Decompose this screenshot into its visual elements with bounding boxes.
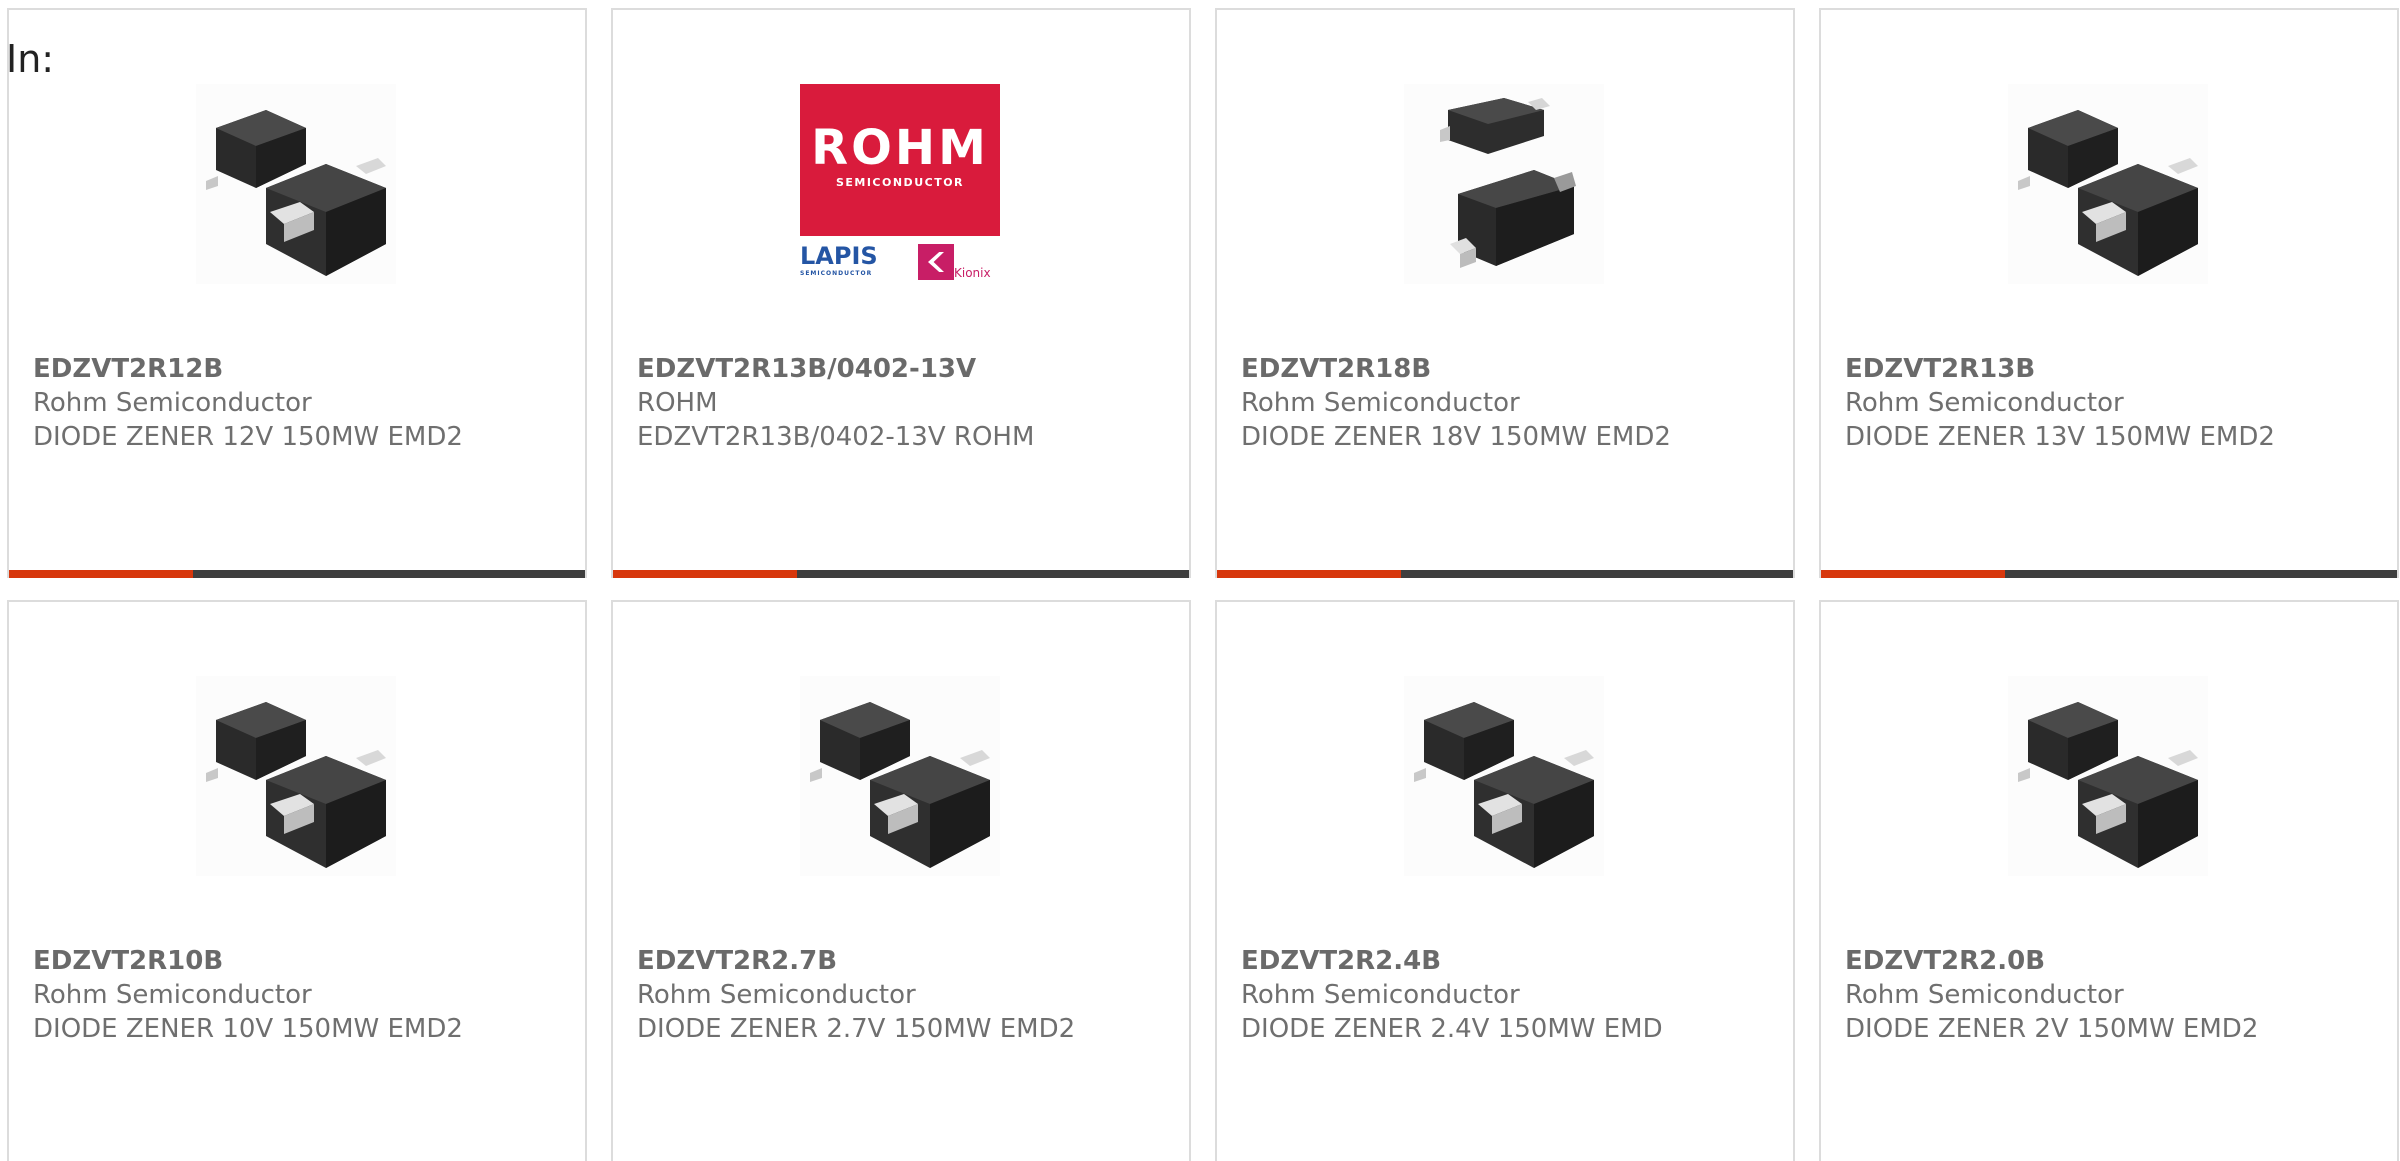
product-card[interactable]: EDZVT2R2.7B Rohm Semiconductor DIODE ZENER… [611, 600, 1191, 1161]
card-accent-bar [9, 570, 585, 578]
product-meta: EDZVT2R13B/0402-13V ROHM EDZVT2R13B/0402-1… [637, 352, 1179, 454]
product-part-number[interactable]: EDZVT2R12B [33, 352, 575, 386]
diode-pair-icon [2008, 84, 2208, 284]
product-manufacturer: ROHM [637, 388, 718, 418]
rohm-logo: ROHM SEMICONDUCTOR LAPIS SEMICONDUCTOR K… [800, 84, 1000, 284]
product-meta: EDZVT2R12B Rohm Semiconductor DIODE ZENER … [33, 352, 575, 454]
rohm-logo-subtext: SEMICONDUCTOR [835, 176, 965, 189]
diode-pair-icon [2008, 676, 2208, 876]
product-meta: EDZVT2R2.7B Rohm Semiconductor DIODE ZENER… [637, 944, 1179, 1046]
lapis-logo-subtext: SEMICONDUCTOR [800, 270, 873, 277]
product-card[interactable]: EDZVT2R10B Rohm Semiconductor DIODE ZENER … [7, 600, 587, 1161]
product-image[interactable] [1404, 676, 1604, 876]
product-card[interactable]: EDZVT2R12B Rohm Semiconductor DIODE ZENER … [7, 8, 587, 578]
card-accent-bar [613, 570, 1189, 578]
product-part-number[interactable]: EDZVT2R2.0B [1845, 944, 2387, 978]
product-card[interactable]: EDZVT2R18B Rohm Semiconductor DIODE ZENER … [1215, 8, 1795, 578]
product-grid-page: In: EDZVT2R12B Rohm Semiconductor DIODE ZE… [0, 0, 2400, 1161]
product-image[interactable] [196, 676, 396, 876]
lapis-logo: LAPIS SEMICONDUCTOR [800, 244, 878, 277]
product-manufacturer: Rohm Semiconductor [33, 388, 312, 418]
product-description: DIODE ZENER 2.7V 150MW EMD2 [637, 1014, 1076, 1044]
product-meta: EDZVT2R18B Rohm Semiconductor DIODE ZENER … [1241, 352, 1783, 454]
product-image[interactable]: ROHM SEMICONDUCTOR LAPIS SEMICONDUCTOR K… [800, 84, 1000, 284]
kionix-mark-icon [918, 244, 954, 280]
product-image[interactable] [2008, 676, 2208, 876]
product-image[interactable] [800, 676, 1000, 876]
card-accent-highlight [613, 570, 797, 578]
product-image[interactable] [196, 84, 396, 284]
product-manufacturer: Rohm Semiconductor [637, 980, 916, 1010]
product-part-number[interactable]: EDZVT2R2.4B [1241, 944, 1783, 978]
card-accent-bar [1217, 570, 1793, 578]
product-manufacturer: Rohm Semiconductor [1241, 388, 1520, 418]
product-meta: EDZVT2R10B Rohm Semiconductor DIODE ZENER … [33, 944, 575, 1046]
product-card[interactable]: EDZVT2R2.0B Rohm Semiconductor DIODE ZENER… [1819, 600, 2399, 1161]
product-manufacturer: Rohm Semiconductor [33, 980, 312, 1010]
product-grid: EDZVT2R12B Rohm Semiconductor DIODE ZENER … [7, 8, 2400, 1161]
diode-pair-icon [1404, 676, 1604, 876]
product-description: DIODE ZENER 10V 150MW EMD2 [33, 1014, 463, 1044]
kionix-logo-text: Kionix [954, 266, 991, 280]
diode-pair-icon [196, 676, 396, 876]
product-card[interactable]: EDZVT2R13B Rohm Semiconductor DIODE ZENER … [1819, 8, 2399, 578]
card-accent-bar [1821, 570, 2397, 578]
diode-stacked-icon [1404, 84, 1604, 284]
product-description: EDZVT2R13B/0402-13V ROHM [637, 422, 1035, 452]
rohm-logo-block: ROHM SEMICONDUCTOR [800, 84, 1000, 236]
product-description: DIODE ZENER 13V 150MW EMD2 [1845, 422, 2275, 452]
product-manufacturer: Rohm Semiconductor [1845, 980, 2124, 1010]
product-manufacturer: Rohm Semiconductor [1241, 980, 1520, 1010]
card-accent-highlight [9, 570, 193, 578]
kionix-logo: Kionix [918, 244, 1000, 284]
product-part-number[interactable]: EDZVT2R18B [1241, 352, 1783, 386]
product-description: DIODE ZENER 2.4V 150MW EMD [1241, 1014, 1663, 1044]
product-image[interactable] [2008, 84, 2208, 284]
product-part-number[interactable]: EDZVT2R13B/0402-13V [637, 352, 1179, 386]
product-meta: EDZVT2R2.0B Rohm Semiconductor DIODE ZENER… [1845, 944, 2387, 1046]
product-image[interactable] [1404, 84, 1604, 284]
product-part-number[interactable]: EDZVT2R2.7B [637, 944, 1179, 978]
product-card[interactable]: EDZVT2R2.4B Rohm Semiconductor DIODE ZENER… [1215, 600, 1795, 1161]
product-description: DIODE ZENER 2V 150MW EMD2 [1845, 1014, 2259, 1044]
card-accent-highlight [1821, 570, 2005, 578]
product-meta: EDZVT2R2.4B Rohm Semiconductor DIODE ZENER… [1241, 944, 1783, 1046]
diode-pair-icon [800, 676, 1000, 876]
product-card[interactable]: ROHM SEMICONDUCTOR LAPIS SEMICONDUCTOR K… [611, 8, 1191, 578]
product-manufacturer: Rohm Semiconductor [1845, 388, 2124, 418]
diode-pair-icon [196, 84, 396, 284]
product-part-number[interactable]: EDZVT2R13B [1845, 352, 2387, 386]
product-description: DIODE ZENER 12V 150MW EMD2 [33, 422, 463, 452]
product-meta: EDZVT2R13B Rohm Semiconductor DIODE ZENER … [1845, 352, 2387, 454]
rohm-logo-text: ROHM [811, 120, 989, 176]
product-description: DIODE ZENER 18V 150MW EMD2 [1241, 422, 1671, 452]
card-accent-highlight [1217, 570, 1401, 578]
lapis-logo-text: LAPIS [800, 242, 878, 270]
product-part-number[interactable]: EDZVT2R10B [33, 944, 575, 978]
in-label: In: [6, 37, 55, 81]
